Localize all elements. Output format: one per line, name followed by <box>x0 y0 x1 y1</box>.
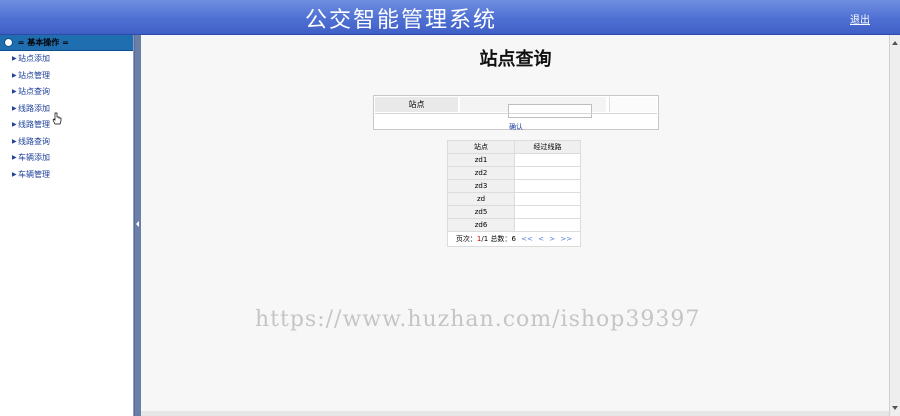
table-row: zd5 <box>447 205 581 219</box>
sidebar-item-station-query[interactable]: ▶ 站点查询 <box>0 84 133 101</box>
logout-link[interactable]: 退出 <box>850 11 870 26</box>
sidebar-item-route-manage[interactable]: ▶ 线路管理 <box>0 117 133 134</box>
station-name-cell: zd2 <box>447 166 515 180</box>
table-row: zd3 <box>447 179 581 193</box>
arrow-right-icon: ▶ <box>12 104 17 112</box>
sidebar-item-label: 车辆添加 <box>18 153 50 162</box>
search-extra-cell <box>609 97 657 112</box>
page-title: 站点查询 <box>479 49 552 70</box>
pager-prev-button[interactable]: < <box>538 235 544 243</box>
table-header-row: 站点 经过线路 <box>447 140 581 154</box>
pager-next-button[interactable]: > <box>549 235 555 243</box>
station-name-cell: zd5 <box>447 205 515 219</box>
pager-row: 页次：1/1 总数：6 << < > >> <box>447 231 581 247</box>
pager-total: 6 <box>511 235 516 243</box>
horizontal-scrollbar[interactable] <box>141 411 889 416</box>
routes-cell <box>514 205 581 219</box>
scroll-down-icon[interactable] <box>892 406 898 410</box>
table-row: zd1 <box>447 153 581 167</box>
main-content: 站点查询 站点 确认 站点 经过线路 zd1 zd2 zd3 zd zd5 zd… <box>141 35 890 411</box>
sidebar-item-station-add[interactable]: ▶ 站点添加 <box>0 51 133 68</box>
station-name-cell: zd <box>447 192 515 206</box>
routes-cell <box>514 218 581 232</box>
sidebar-item-label: 线路查询 <box>18 136 50 146</box>
pager-last-button[interactable]: >> <box>560 235 572 243</box>
sidebar-item-label: 站点查询 <box>18 87 50 96</box>
scroll-up-icon[interactable] <box>892 41 898 45</box>
station-name-cell: zd6 <box>447 218 515 232</box>
sidebar-item-route-add[interactable]: ▶ 线路添加 <box>0 101 133 118</box>
sidebar-item-label: 车辆管理 <box>18 169 50 179</box>
vertical-scrollbar[interactable] <box>889 35 900 416</box>
group-title-label: = 基本操作 = <box>17 38 69 47</box>
table-row: zd2 <box>447 166 581 180</box>
pager-first-button[interactable]: << <box>521 235 533 243</box>
sidebar-item-vehicle-add[interactable]: ▶ 车辆添加 <box>0 150 133 167</box>
sidebar-item-label: 站点管理 <box>18 70 50 80</box>
sidebar-item-station-manage[interactable]: ▶ 站点管理 <box>0 68 133 85</box>
group-toggle-icon <box>4 38 13 47</box>
arrow-right-icon: ▶ <box>12 154 17 161</box>
station-table: 站点 经过线路 zd1 zd2 zd3 zd zd5 zd6 页次：1/1 总数… <box>447 140 581 247</box>
pager-total-pages: /1 <box>481 235 489 243</box>
column-header-station: 站点 <box>447 140 515 154</box>
station-label: 站点 <box>375 97 458 112</box>
sidebar-item-label: 站点添加 <box>18 54 50 63</box>
confirm-button[interactable]: 确认 <box>509 123 523 131</box>
confirm-row: 确认 <box>375 113 657 131</box>
sidebar: = 基本操作 = ▶ 站点添加 ▶ 站点管理 ▶ 站点查询 ▶ 线路添加 ▶ 线… <box>0 35 134 416</box>
table-row: zd <box>447 192 581 206</box>
routes-cell <box>514 153 581 167</box>
pager: 页次：1/1 总数：6 << < > >> <box>447 231 581 247</box>
hand-cursor-icon <box>52 112 62 125</box>
arrow-right-icon: ▶ <box>12 55 17 62</box>
station-name-cell: zd3 <box>447 179 515 193</box>
pager-total-label: 总数： <box>490 235 512 243</box>
station-name-cell: zd1 <box>447 153 515 167</box>
pager-page-label: 页次： <box>455 235 477 243</box>
sidebar-item-route-query[interactable]: ▶ 线路查询 <box>0 134 133 151</box>
sidebar-item-label: 线路管理 <box>18 120 50 129</box>
table-row: zd6 <box>447 218 581 232</box>
routes-cell <box>514 166 581 180</box>
collapse-arrow-icon[interactable] <box>136 221 139 227</box>
arrow-right-icon: ▶ <box>12 137 17 145</box>
column-header-routes: 经过线路 <box>514 140 581 154</box>
arrow-right-icon: ▶ <box>12 71 17 79</box>
station-input-cell <box>460 97 606 118</box>
arrow-right-icon: ▶ <box>12 121 17 128</box>
arrow-right-icon: ▶ <box>12 170 17 178</box>
app-header: 公交智能管理系统 退出 <box>0 0 900 35</box>
sidebar-group-title[interactable]: = 基本操作 = <box>0 35 133 51</box>
arrow-right-icon: ▶ <box>12 88 17 95</box>
sidebar-item-label: 线路添加 <box>18 103 50 113</box>
sidebar-splitter[interactable] <box>134 35 141 416</box>
search-form: 站点 确认 <box>373 95 659 131</box>
routes-cell <box>514 192 581 206</box>
sidebar-item-vehicle-manage[interactable]: ▶ 车辆管理 <box>0 167 133 184</box>
routes-cell <box>514 179 581 193</box>
app-title: 公交智能管理系统 <box>305 8 498 33</box>
watermark: https://www.huzhan.com/ishop39397 <box>255 307 701 332</box>
